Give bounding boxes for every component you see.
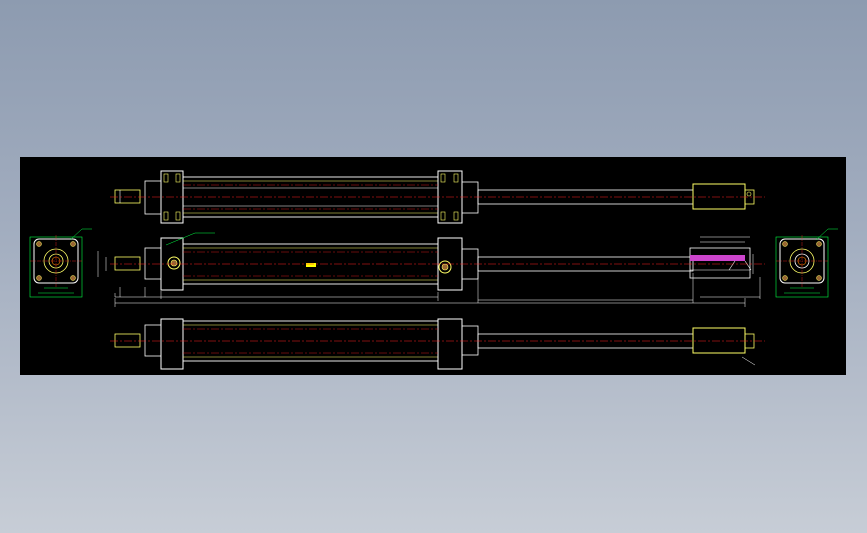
bottom-view[interactable] [110, 318, 765, 370]
rod-clevis-bottom [692, 327, 746, 354]
cylinder-assembly-drawing [29, 170, 838, 370]
rear-cover [461, 181, 479, 214]
cad-viewer [0, 0, 867, 533]
dimensions [97, 236, 761, 307]
middle-view[interactable] [110, 232, 765, 291]
right-end-view[interactable] [775, 228, 838, 298]
rod-clevis-top [692, 183, 746, 210]
rod-end-left [114, 189, 141, 204]
top-view[interactable] [110, 170, 765, 224]
drawing-canvas[interactable] [20, 157, 846, 375]
left-end-view[interactable] [29, 228, 92, 298]
front-cover-left [144, 180, 162, 215]
rod-clevis-section [689, 247, 751, 279]
hatched-section [690, 255, 745, 261]
